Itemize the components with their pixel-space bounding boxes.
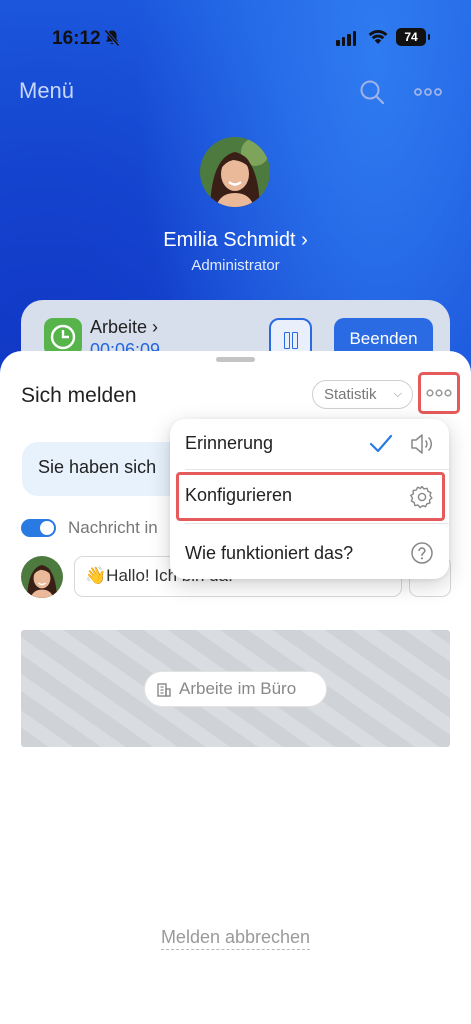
profile-name[interactable]: Emilia Schmidt › bbox=[0, 229, 471, 252]
work-title: Arbeite › bbox=[90, 317, 159, 337]
menu-item-label: Erinnerung bbox=[185, 433, 274, 453]
menu-divider bbox=[185, 469, 449, 470]
avatar[interactable] bbox=[200, 137, 270, 207]
speaker-icon bbox=[411, 434, 433, 454]
battery-icon: 74 bbox=[396, 28, 430, 46]
message-toggle-label: Nachricht in bbox=[68, 518, 158, 537]
more-options-button[interactable] bbox=[418, 372, 460, 414]
statistics-label: Statistik bbox=[324, 386, 377, 403]
search-icon[interactable] bbox=[359, 79, 385, 105]
page-title: Menü bbox=[19, 78, 75, 103]
location-map[interactable]: Arbeite im Büro bbox=[21, 630, 450, 747]
sheet-grabber[interactable] bbox=[216, 357, 255, 362]
options-popup-menu: Erinnerung Konfigurieren Wie funktionier… bbox=[170, 419, 449, 579]
chevron-down-icon: ⌵ bbox=[393, 388, 402, 400]
status-time: 16:12 bbox=[52, 28, 101, 49]
work-location-chip[interactable]: Arbeite im Büro bbox=[144, 671, 327, 707]
menu-divider bbox=[185, 523, 449, 524]
message-toggle[interactable] bbox=[21, 519, 56, 537]
more-icon bbox=[426, 389, 452, 397]
silent-bell-icon bbox=[104, 29, 120, 47]
avatar bbox=[21, 556, 63, 598]
menu-item-label: Wie funktioniert das? bbox=[185, 543, 354, 563]
cancel-check-in-link[interactable]: Melden abbrechen bbox=[0, 927, 471, 950]
building-icon bbox=[157, 683, 171, 697]
sheet-title: Sich melden bbox=[21, 384, 137, 407]
status-bar: 16:12 74 bbox=[0, 0, 471, 74]
checkmark-icon bbox=[369, 434, 393, 453]
question-icon bbox=[411, 542, 433, 564]
menu-item-how-it-works[interactable]: Wie funktioniert das? bbox=[170, 529, 449, 579]
cellular-signal-icon bbox=[336, 30, 356, 46]
wifi-icon bbox=[368, 30, 388, 44]
cancel-check-in-label: Melden abbrechen bbox=[160, 927, 311, 950]
highlight-box bbox=[176, 472, 445, 521]
statistics-dropdown[interactable]: Statistik ⌵ bbox=[312, 380, 413, 409]
work-location-label: Arbeite im Büro bbox=[179, 679, 297, 698]
profile-role: Administrator bbox=[191, 257, 280, 274]
menu-item-reminder[interactable]: Erinnerung bbox=[170, 419, 449, 469]
more-icon[interactable] bbox=[414, 80, 442, 104]
